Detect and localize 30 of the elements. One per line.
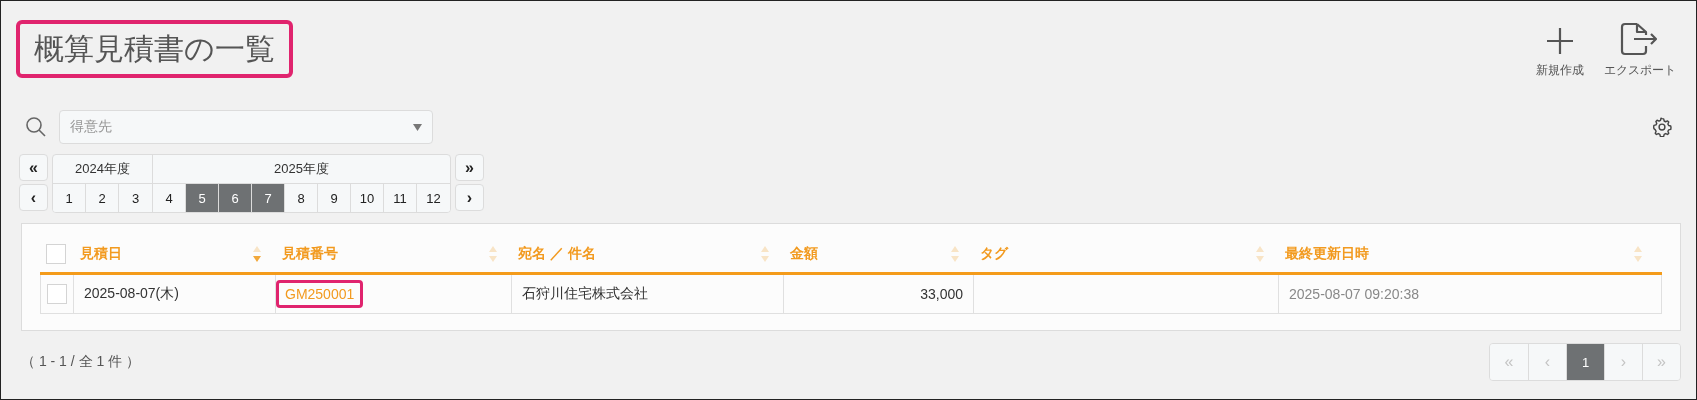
record-count: （ 1 - 1 / 全 1 件 ） <box>21 353 141 371</box>
next-year-button[interactable]: » <box>455 154 484 181</box>
month-button[interactable]: 7 <box>252 184 285 212</box>
page-button[interactable]: 1 <box>1566 344 1604 380</box>
settings-icon[interactable] <box>1652 117 1672 137</box>
sort-icon[interactable] <box>760 245 770 263</box>
sort-icon[interactable] <box>950 245 960 263</box>
page-title: 概算見積書の一覧 <box>16 20 293 78</box>
toolbar-button[interactable]: エクスポート <box>1604 19 1676 79</box>
previous-button[interactable]: ‹ <box>19 184 48 211</box>
sort-icon[interactable] <box>1633 245 1643 263</box>
dropdown-arrow-icon <box>413 123 422 131</box>
row-checkbox[interactable] <box>47 284 67 304</box>
month-button[interactable]: 5 <box>186 184 219 212</box>
sort-icon[interactable] <box>252 245 262 263</box>
plus-icon <box>1545 26 1575 56</box>
table-cell: 33,000 <box>920 286 963 302</box>
previous-year-button[interactable]: « <box>19 154 48 181</box>
table-cell: 2025-08-07 09:20:38 <box>1289 286 1419 302</box>
month-button[interactable]: 1 <box>53 184 86 212</box>
table-cell: 石狩川住宅株式会社 <box>522 285 648 303</box>
search-icon <box>25 116 47 138</box>
customer-select[interactable]: 得意先 <box>59 110 433 144</box>
table-cell: 2025-08-07(木) <box>84 285 179 303</box>
next-button[interactable]: › <box>455 184 484 211</box>
sort-icon[interactable] <box>1255 245 1265 263</box>
select-all-checkbox[interactable] <box>46 244 66 264</box>
toolbar-button[interactable]: 新規作成 <box>1536 19 1584 79</box>
month-button[interactable]: 6 <box>219 184 252 212</box>
sort-icon[interactable] <box>488 245 498 263</box>
